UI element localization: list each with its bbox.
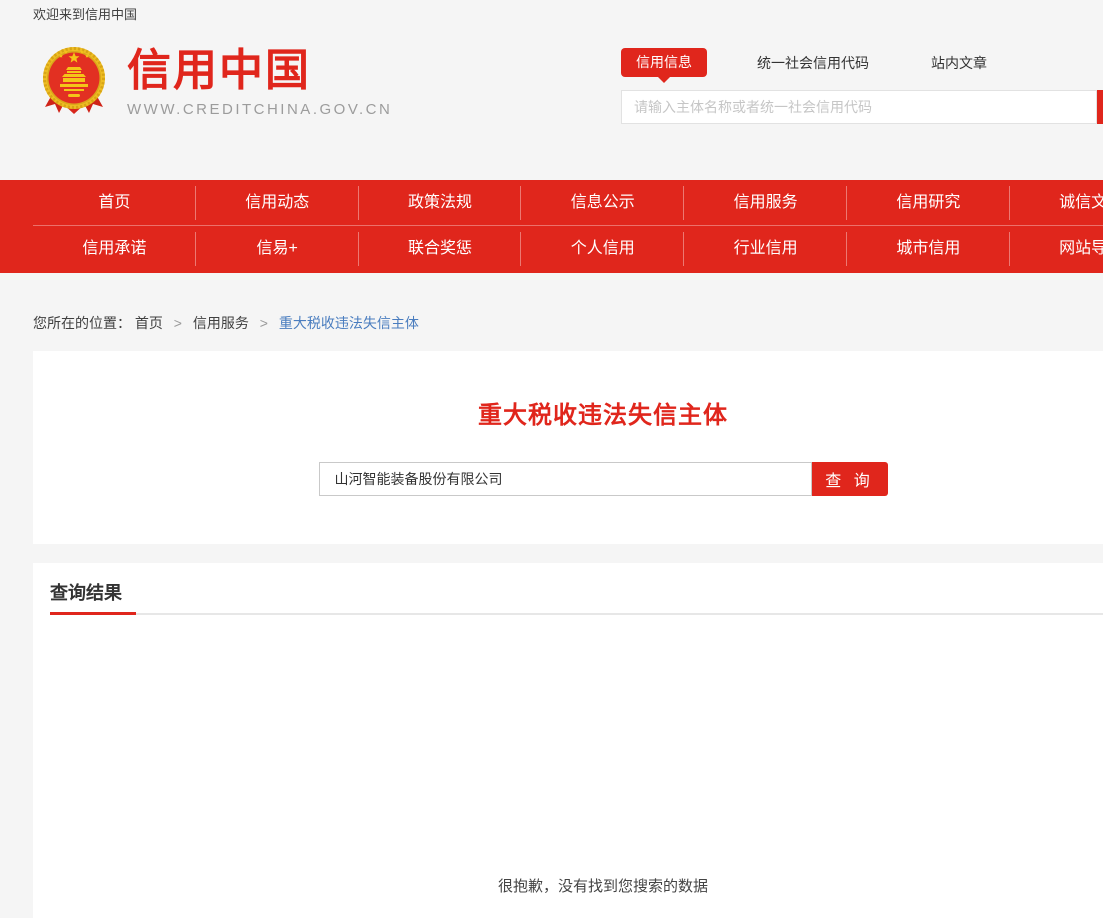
- tab-credit-info[interactable]: 信用信息: [621, 48, 707, 77]
- welcome-text: 欢迎来到信用中国: [33, 7, 137, 22]
- site-logo[interactable]: 信用中国 WWW.CREDITCHINA.GOV.CN: [40, 45, 392, 119]
- query-button[interactable]: 查 询: [812, 462, 888, 496]
- header-search-input[interactable]: [621, 90, 1097, 124]
- site-header: 信用中国 WWW.CREDITCHINA.GOV.CN 信用信息 统一社会信用代…: [0, 25, 1103, 180]
- page: 欢迎来到信用中国: [0, 0, 1103, 918]
- breadcrumb-prefix: 您所在的位置：: [33, 315, 131, 331]
- main-navigation: 首页 信用动态 政策法规 信息公示 信用服务 信用研究 诚信文化 信用承诺 信易…: [0, 180, 1103, 273]
- query-card: 重大税收违法失信主体 查 询: [33, 351, 1103, 544]
- nav-item-joint-reward-punishment[interactable]: 联合奖惩: [359, 226, 522, 272]
- breadcrumb-current-page[interactable]: 重大税收违法失信主体: [279, 315, 419, 331]
- nav-row-2: 信用承诺 信易+ 联合奖惩 个人信用 行业信用 城市信用 网站导航: [33, 226, 1103, 272]
- header-search-bar: [621, 90, 1103, 124]
- results-card: 查询结果 很抱歉，没有找到您搜索的数据: [33, 563, 1103, 918]
- nav-item-credit-service[interactable]: 信用服务: [684, 180, 847, 226]
- breadcrumb-separator: >: [260, 315, 268, 331]
- tab-site-articles[interactable]: 站内文章: [931, 53, 987, 73]
- nav-item-credit-commitment[interactable]: 信用承诺: [33, 226, 196, 272]
- results-header: 查询结果: [50, 581, 1103, 615]
- search-tabs: 信用信息 统一社会信用代码 站内文章: [621, 48, 1103, 77]
- nav-row-1: 首页 信用动态 政策法规 信息公示 信用服务 信用研究 诚信文化: [33, 180, 1103, 226]
- nav-item-industry-credit[interactable]: 行业信用: [684, 226, 847, 272]
- company-search-input[interactable]: [319, 462, 812, 496]
- nav-item-credit-news[interactable]: 信用动态: [196, 180, 359, 226]
- nav-item-home[interactable]: 首页: [33, 180, 196, 226]
- nav-item-personal-credit[interactable]: 个人信用: [521, 226, 684, 272]
- brand-url: WWW.CREDITCHINA.GOV.CN: [127, 101, 392, 118]
- breadcrumb-separator: >: [174, 315, 182, 331]
- header-search-area: 信用信息 统一社会信用代码 站内文章: [621, 48, 1103, 124]
- nav-item-info-disclosure[interactable]: 信息公示: [521, 180, 684, 226]
- breadcrumb-credit-service[interactable]: 信用服务: [193, 315, 249, 331]
- nav-item-integrity-culture[interactable]: 诚信文化: [1010, 180, 1103, 226]
- page-title: 重大税收违法失信主体: [33, 351, 1103, 431]
- empty-results-message: 很抱歉，没有找到您搜索的数据: [50, 875, 1103, 896]
- nav-item-credit-research[interactable]: 信用研究: [847, 180, 1010, 226]
- results-heading: 查询结果: [50, 581, 1103, 605]
- breadcrumb-home[interactable]: 首页: [135, 315, 163, 331]
- nav-item-city-credit[interactable]: 城市信用: [847, 226, 1010, 272]
- nav-item-site-navigation[interactable]: 网站导航: [1010, 226, 1103, 272]
- nav-item-xinyi-plus[interactable]: 信易+: [196, 226, 359, 272]
- nav-item-policy-regulations[interactable]: 政策法规: [359, 180, 522, 226]
- brand-text: 信用中国 WWW.CREDITCHINA.GOV.CN: [127, 45, 392, 119]
- china-national-emblem-icon: [40, 45, 108, 119]
- brand-title: 信用中国: [127, 45, 392, 97]
- header-search-button[interactable]: [1097, 90, 1103, 124]
- breadcrumb: 您所在的位置： 首页 > 信用服务 > 重大税收违法失信主体: [0, 273, 1103, 332]
- tab-unified-social-credit-code[interactable]: 统一社会信用代码: [757, 53, 869, 73]
- top-welcome-bar: 欢迎来到信用中国: [0, 0, 1103, 25]
- company-search-bar: 查 询: [319, 462, 888, 496]
